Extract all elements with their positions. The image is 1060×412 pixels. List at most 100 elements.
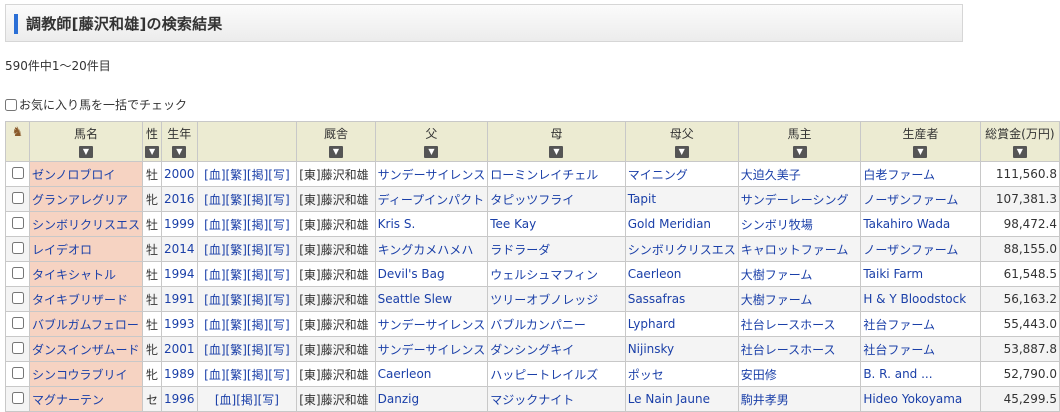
year-link[interactable]: 1996 — [164, 392, 195, 406]
detail-link[interactable]: [血] — [204, 368, 225, 382]
sire-link[interactable]: Danzig — [378, 392, 419, 406]
horse-name-link[interactable]: シンボリクリスエス — [32, 218, 140, 232]
damsire-link[interactable]: シンボリクリスエス — [628, 243, 736, 257]
detail-link[interactable]: [写] — [268, 243, 289, 257]
horse-name-link[interactable]: バブルガムフェロー — [32, 318, 139, 332]
favorite-checkbox[interactable] — [11, 241, 24, 254]
detail-link[interactable]: [写] — [258, 393, 279, 407]
year-link[interactable]: 2001 — [164, 342, 195, 356]
year-link[interactable]: 2014 — [164, 242, 195, 256]
damsire-link[interactable]: Tapit — [628, 192, 656, 206]
sire-link[interactable]: キングカメハメハ — [378, 243, 474, 257]
sort-sire-button[interactable]: ▼ — [424, 146, 439, 158]
horse-name-link[interactable]: タイキシャトル — [32, 268, 116, 282]
owner-link[interactable]: 大迫久美子 — [741, 168, 801, 182]
detail-link[interactable]: [掲] — [247, 243, 268, 257]
damsire-link[interactable]: マイニング — [628, 168, 688, 182]
breeder-link[interactable]: Taiki Farm — [863, 267, 923, 281]
horse-name-link[interactable]: グランアレグリア — [32, 193, 128, 207]
sort-breeder-button[interactable]: ▼ — [913, 146, 928, 158]
breeder-link[interactable]: B. R. and ... — [863, 367, 932, 381]
detail-link[interactable]: [繁] — [226, 168, 247, 182]
sire-link[interactable]: Devil's Bag — [378, 267, 445, 281]
favorite-checkbox[interactable] — [11, 266, 24, 279]
dam-link[interactable]: タピッツフライ — [490, 193, 574, 207]
dam-link[interactable]: マジックナイト — [490, 393, 574, 407]
sort-damsire-button[interactable]: ▼ — [674, 146, 689, 158]
bulk-favorite-checkbox[interactable] — [5, 98, 17, 111]
sire-link[interactable]: Seattle Slew — [378, 292, 452, 306]
sort-year-button[interactable]: ▼ — [172, 146, 187, 158]
damsire-link[interactable]: Le Nain Jaune — [628, 392, 710, 406]
damsire-link[interactable]: Lyphard — [628, 317, 676, 331]
detail-link[interactable]: [掲] — [247, 193, 268, 207]
sire-link[interactable]: Caerleon — [378, 367, 432, 381]
detail-link[interactable]: [写] — [268, 218, 289, 232]
sire-link[interactable]: サンデーサイレンス — [378, 343, 486, 357]
damsire-link[interactable]: Nijinsky — [628, 342, 674, 356]
detail-link[interactable]: [血] — [204, 218, 225, 232]
favorite-checkbox[interactable] — [11, 366, 24, 379]
horse-name-link[interactable]: タイキブリザード — [32, 293, 128, 307]
breeder-link[interactable]: Hideo Yokoyama — [863, 392, 962, 406]
favorite-checkbox[interactable] — [11, 216, 24, 229]
owner-link[interactable]: 社台レースホース — [741, 343, 836, 357]
detail-link[interactable]: [繁] — [226, 218, 247, 232]
detail-link[interactable]: [繁] — [226, 243, 247, 257]
owner-link[interactable]: 駒井孝男 — [741, 393, 789, 407]
detail-link[interactable]: [掲] — [247, 293, 268, 307]
sire-link[interactable]: ディープインパクト — [378, 193, 484, 207]
year-link[interactable]: 1993 — [164, 317, 195, 331]
dam-link[interactable]: ラドラーダ — [490, 243, 550, 257]
year-link[interactable]: 1994 — [164, 267, 195, 281]
owner-link[interactable]: 社台レースホース — [741, 318, 836, 332]
horse-name-link[interactable]: レイデオロ — [32, 243, 92, 257]
detail-link[interactable]: [血] — [204, 168, 225, 182]
year-link[interactable]: 1991 — [164, 292, 195, 306]
detail-link[interactable]: [掲] — [247, 218, 268, 232]
year-link[interactable]: 2000 — [164, 167, 195, 181]
sort-sex-button[interactable]: ▼ — [145, 146, 160, 158]
dam-link[interactable]: バブルカンパニー — [490, 318, 586, 332]
breeder-link[interactable]: 白老ファーム — [863, 168, 935, 182]
detail-link[interactable]: [掲] — [247, 368, 268, 382]
dam-link[interactable]: ローミンレイチェル — [490, 168, 598, 182]
detail-link[interactable]: [写] — [268, 368, 289, 382]
breeder-link[interactable]: Takahiro Wada — [863, 217, 950, 231]
damsire-link[interactable]: ポッセ — [628, 368, 664, 382]
detail-link[interactable]: [掲] — [236, 393, 257, 407]
dam-link[interactable]: ダンシングキイ — [490, 343, 574, 357]
favorite-checkbox[interactable] — [11, 291, 24, 304]
detail-link[interactable]: [掲] — [247, 168, 268, 182]
detail-link[interactable]: [血] — [204, 318, 225, 332]
detail-link[interactable]: [繁] — [226, 343, 247, 357]
horse-name-link[interactable]: シンコウラブリイ — [32, 368, 128, 382]
bulk-favorite-toggle[interactable]: お気に入り馬を一括でチェック — [5, 96, 187, 113]
owner-link[interactable]: シンボリ牧場 — [741, 218, 813, 232]
sort-dam-button[interactable]: ▼ — [549, 146, 564, 158]
detail-link[interactable]: [写] — [268, 168, 289, 182]
horse-name-link[interactable]: マグナーテン — [32, 393, 104, 407]
sire-link[interactable]: サンデーサイレンス — [378, 318, 486, 332]
detail-link[interactable]: [繁] — [226, 368, 247, 382]
horse-name-link[interactable]: ゼンノロブロイ — [32, 168, 115, 182]
owner-link[interactable]: 安田修 — [741, 368, 777, 382]
sort-owner-button[interactable]: ▼ — [792, 146, 807, 158]
detail-link[interactable]: [血] — [204, 293, 225, 307]
detail-link[interactable]: [掲] — [247, 318, 268, 332]
detail-link[interactable]: [血] — [204, 343, 225, 357]
year-link[interactable]: 1999 — [164, 217, 195, 231]
year-link[interactable]: 1989 — [164, 367, 195, 381]
favorite-checkbox[interactable] — [11, 391, 24, 404]
detail-link[interactable]: [血] — [215, 393, 236, 407]
sort-stable-button[interactable]: ▼ — [328, 146, 343, 158]
detail-link[interactable]: [血] — [204, 243, 225, 257]
detail-link[interactable]: [繁] — [226, 318, 247, 332]
breeder-link[interactable]: ノーザンファーム — [863, 193, 958, 207]
detail-link[interactable]: [写] — [268, 268, 289, 282]
dam-link[interactable]: Tee Kay — [490, 217, 536, 231]
year-link[interactable]: 2016 — [164, 192, 195, 206]
breeder-link[interactable]: ノーザンファーム — [863, 243, 958, 257]
dam-link[interactable]: ハッピートレイルズ — [490, 368, 598, 382]
detail-link[interactable]: [血] — [204, 193, 225, 207]
